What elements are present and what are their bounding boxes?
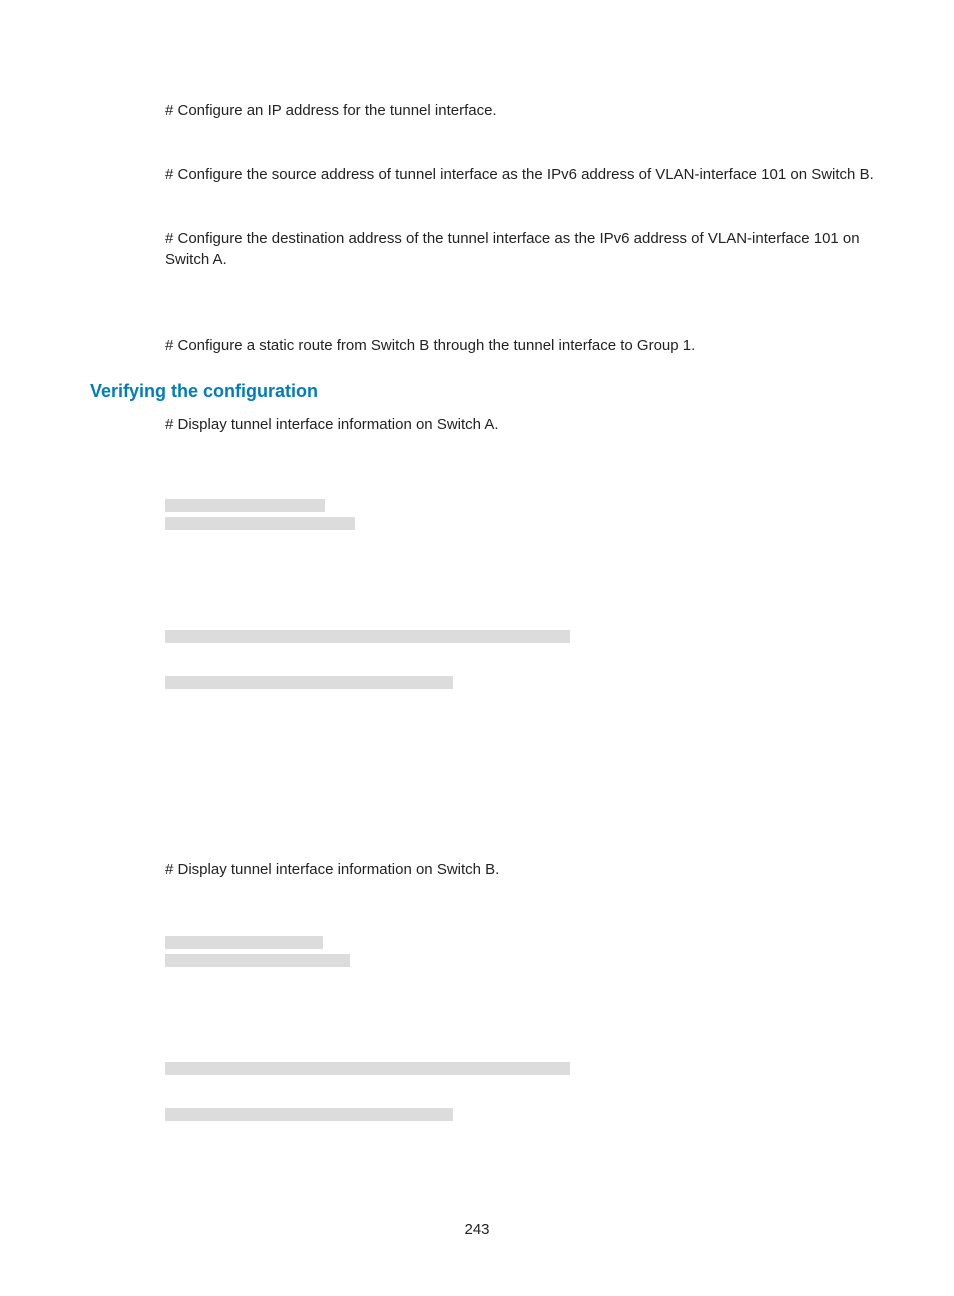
paragraph: # Configure a static route from Switch B…	[165, 335, 875, 357]
paragraph: # Configure the destination address of t…	[165, 228, 875, 272]
section-heading: Verifying the configuration	[90, 381, 875, 402]
paragraph: # Configure the source address of tunnel…	[165, 164, 875, 186]
paragraph: # Configure an IP address for the tunnel…	[165, 100, 875, 122]
redacted-content	[165, 1062, 570, 1075]
redacted-content	[165, 936, 323, 949]
page-number: 243	[0, 1221, 954, 1238]
paragraph: # Display tunnel interface information o…	[165, 859, 875, 881]
redacted-content	[165, 676, 453, 689]
redacted-content	[165, 954, 350, 967]
paragraph: # Display tunnel interface information o…	[165, 414, 875, 436]
redacted-content	[165, 1108, 453, 1121]
redacted-content	[165, 517, 355, 530]
redacted-content	[165, 630, 570, 643]
redacted-content	[165, 499, 325, 512]
